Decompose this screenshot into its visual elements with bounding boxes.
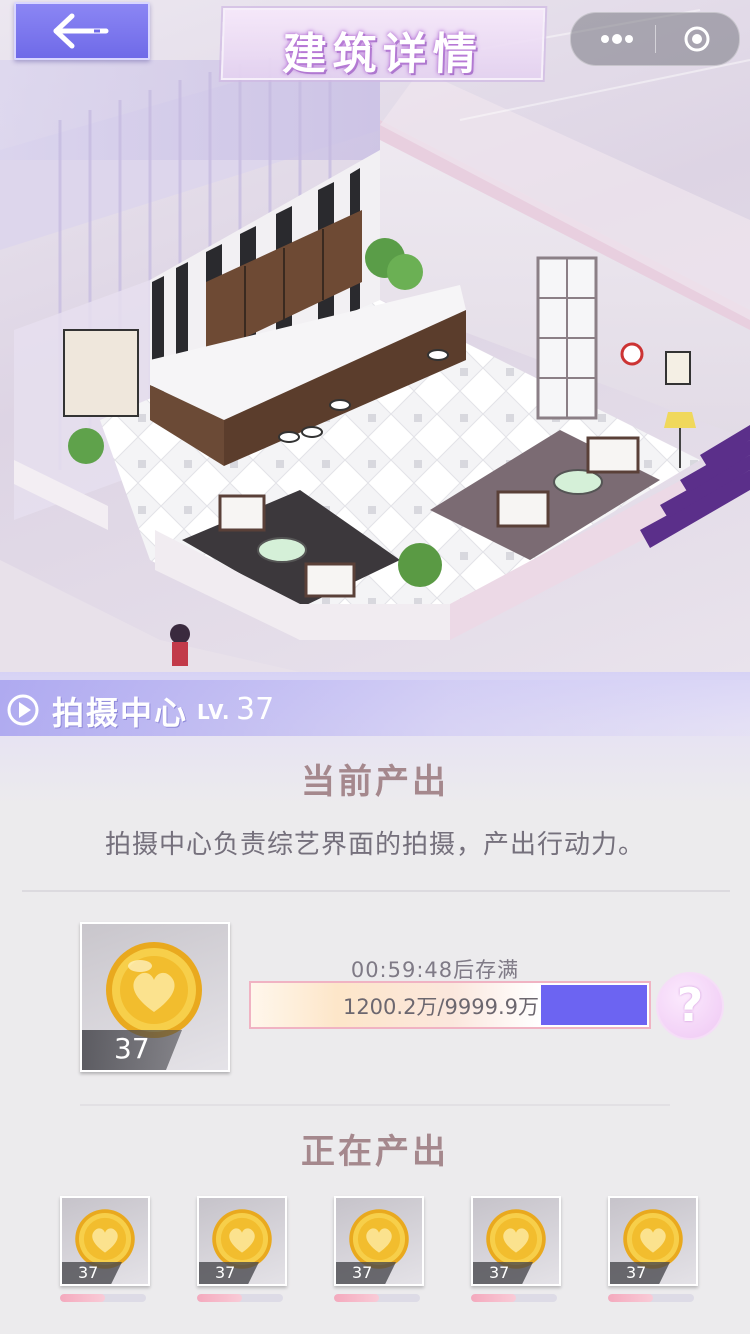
producing-item-tile[interactable]: 37 (471, 1196, 561, 1286)
producing-progress-fill (334, 1294, 379, 1302)
gold-heart-coin-icon (212, 1209, 272, 1269)
storage-timer: 00:59:48后存满 (350, 958, 520, 982)
mini-program-capsule (570, 12, 740, 66)
gold-heart-coin-icon (106, 942, 202, 1038)
gold-heart-coin-icon (623, 1209, 683, 1269)
item-level: 37 (78, 1263, 99, 1282)
page-title: 建筑详情 (281, 29, 484, 80)
producing-progress-fill (608, 1294, 653, 1302)
back-arrow-icon (53, 13, 109, 49)
top-bar: 建筑详情 (0, 0, 750, 80)
capsule-divider (655, 25, 656, 53)
building-name: 拍摄中心 (52, 694, 189, 732)
building-name-bar: 拍摄中心 LV. 37 (0, 680, 750, 736)
page-title-plate: 建筑详情 (220, 8, 546, 80)
producing-item-tile[interactable]: 37 (334, 1196, 424, 1286)
item-level-badge: 37 (610, 1262, 670, 1284)
gold-heart-coin-icon (75, 1209, 135, 1269)
item-level-badge: 37 (473, 1262, 533, 1284)
producing-progress-bar (334, 1294, 420, 1302)
divider (22, 890, 730, 892)
back-button[interactable] (14, 2, 150, 60)
level-label: LV. (197, 700, 231, 724)
producing-item-tile[interactable]: 37 (608, 1196, 698, 1286)
studio-room-illustration (0, 9, 750, 672)
producing-progress-bar (197, 1294, 283, 1302)
producing-progress-fill (197, 1294, 242, 1302)
building-scene: 建筑详情 (0, 0, 750, 672)
producing-progress-bar (471, 1294, 557, 1302)
building-level: 37 (236, 692, 275, 727)
item-level: 37 (626, 1263, 647, 1282)
storage-progress-bar: 1200.2万/9999.9万 (249, 981, 651, 1029)
gold-heart-coin-icon (486, 1209, 546, 1269)
divider (80, 1104, 670, 1106)
producing-progress-bar (608, 1294, 694, 1302)
producing-progress-fill (60, 1294, 105, 1302)
gold-heart-coin-icon (349, 1209, 409, 1269)
building-info-panel: 拍摄中心 LV. 37 当前产出 拍摄中心负责综艺界面的拍摄，产出行动力。 37… (0, 672, 750, 1334)
item-level: 37 (215, 1263, 236, 1282)
item-level-badge: 37 (62, 1262, 122, 1284)
more-dots-icon[interactable] (597, 25, 637, 53)
item-level-badge: 37 (82, 1030, 182, 1070)
collect-button[interactable] (541, 985, 647, 1025)
producing-item-tile[interactable]: 37 (60, 1196, 150, 1286)
producing-progress-bar (60, 1294, 146, 1302)
building-description: 拍摄中心负责综艺界面的拍摄，产出行动力。 (104, 830, 645, 860)
item-level-badge: 37 (336, 1262, 396, 1284)
item-level-badge: 37 (199, 1262, 259, 1284)
item-level: 37 (489, 1263, 510, 1282)
help-button[interactable]: ? (656, 972, 724, 1040)
target-circle-icon[interactable] (683, 25, 711, 53)
producing-title: 正在产出 (301, 1132, 449, 1172)
producing-progress-fill (471, 1294, 516, 1302)
storage-text: 1200.2万/9999.9万 (342, 995, 539, 1019)
producing-item-tile[interactable]: 37 (197, 1196, 287, 1286)
output-item-tile[interactable]: 37 (80, 922, 230, 1072)
current-output-title: 当前产出 (301, 762, 449, 802)
item-level: 37 (114, 1032, 150, 1065)
play-icon (7, 694, 39, 726)
item-level: 37 (352, 1263, 373, 1282)
